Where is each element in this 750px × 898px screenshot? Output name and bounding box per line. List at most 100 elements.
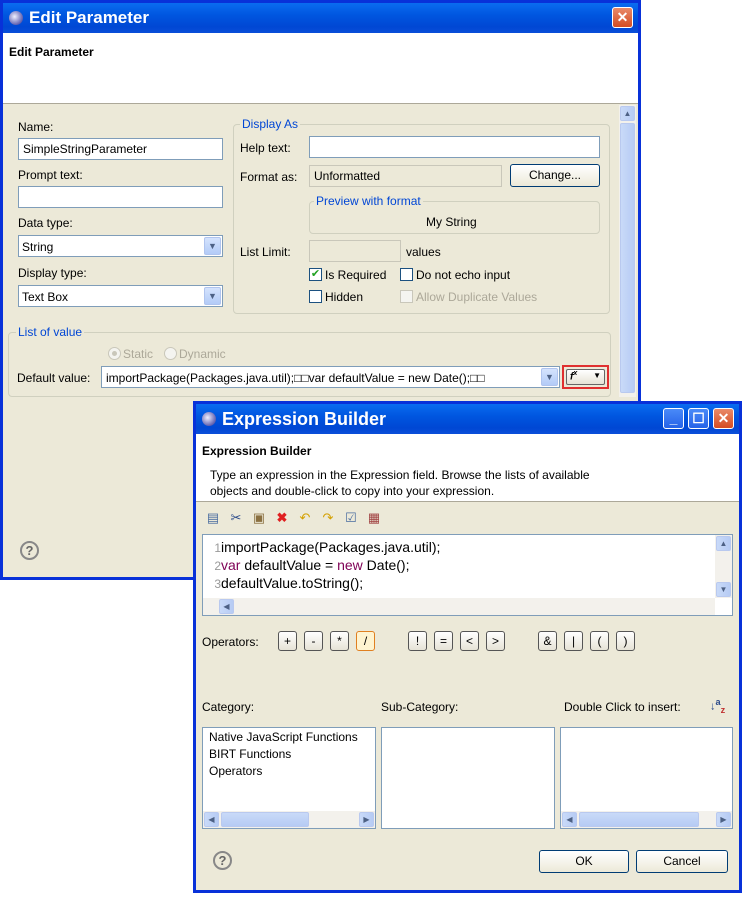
operator-not-button[interactable]: ! xyxy=(408,631,427,651)
displaytype-select[interactable]: Text Box ▼ xyxy=(18,285,223,307)
help-icon[interactable]: ? xyxy=(20,541,39,560)
description-line1: Type an expression in the Expression fie… xyxy=(210,468,590,482)
chevron-down-icon[interactable]: ▼ xyxy=(204,237,221,255)
minimize-button[interactable]: _ xyxy=(663,408,684,429)
banner-title: Edit Parameter xyxy=(9,45,94,59)
operator-equals-button[interactable]: = xyxy=(434,631,453,651)
chevron-down-icon[interactable]: ▼ xyxy=(541,368,558,386)
allow-duplicate-checkbox xyxy=(400,290,413,303)
scroll-left-icon[interactable]: ◀ xyxy=(219,599,234,614)
dialog-banner: Edit Parameter xyxy=(3,33,638,104)
scroll-right-icon[interactable]: ▶ xyxy=(716,812,731,827)
scroll-thumb[interactable] xyxy=(221,812,309,827)
operator-close-paren-button[interactable]: ) xyxy=(616,631,635,651)
no-echo-checkbox[interactable] xyxy=(400,268,413,281)
name-input[interactable]: SimpleStringParameter xyxy=(18,138,223,160)
allow-duplicate-label: Allow Duplicate Values xyxy=(416,290,538,304)
close-button[interactable]: ✕ xyxy=(612,7,633,28)
subcategory-list[interactable] xyxy=(381,727,555,829)
expression-builder-titlebar[interactable]: Expression Builder _ ☐ ✕ xyxy=(196,404,739,434)
list-limit-label: List Limit: xyxy=(240,245,291,259)
line-number: 3 xyxy=(214,577,221,591)
insert-label: Double Click to insert: xyxy=(564,700,681,714)
operator-greater-button[interactable]: > xyxy=(486,631,505,651)
scroll-up-icon[interactable]: ▲ xyxy=(620,106,635,121)
scroll-left-icon[interactable]: ◀ xyxy=(562,812,577,827)
maximize-button[interactable]: ☐ xyxy=(688,408,709,429)
category-list[interactable]: Native JavaScript Functions BIRT Functio… xyxy=(202,727,376,829)
scroll-up-icon[interactable]: ▲ xyxy=(716,536,731,551)
help-icon[interactable]: ? xyxy=(213,851,232,870)
scroll-down-icon[interactable]: ▼ xyxy=(716,582,731,597)
dynamic-radio xyxy=(164,347,177,360)
is-required-checkbox[interactable]: ✔ xyxy=(309,268,322,281)
operator-minus-button[interactable]: - xyxy=(304,631,323,651)
default-value-combo[interactable]: importPackage(Packages.java.util);□□var … xyxy=(101,366,560,388)
displaytype-label: Display type: xyxy=(18,266,87,280)
eclipse-icon xyxy=(202,412,216,426)
operators-label: Operators: xyxy=(202,635,259,649)
datatype-label: Data type: xyxy=(18,216,73,230)
change-format-button[interactable]: Change... xyxy=(510,164,600,187)
dynamic-label: Dynamic xyxy=(179,347,226,361)
undo-icon[interactable]: ↶ xyxy=(297,510,313,526)
operator-less-button[interactable]: < xyxy=(460,631,479,651)
scroll-thumb[interactable] xyxy=(579,812,699,827)
hidden-checkbox[interactable] xyxy=(309,290,322,303)
code-line-3: defaultValue.toString(); xyxy=(221,575,364,591)
paste-icon[interactable]: ▣ xyxy=(251,510,267,526)
list-item[interactable]: Operators xyxy=(209,763,369,780)
scroll-thumb[interactable] xyxy=(620,123,635,393)
list-limit-input xyxy=(309,240,401,262)
scroll-left-icon[interactable]: ◀ xyxy=(204,812,219,827)
preview-title: Preview with format xyxy=(314,194,423,208)
chevron-down-icon[interactable]: ▼ xyxy=(204,287,221,305)
display-as-title: Display As xyxy=(240,117,301,131)
operator-open-paren-button[interactable]: ( xyxy=(590,631,609,651)
datatype-select[interactable]: String ▼ xyxy=(18,235,223,257)
validate-icon[interactable]: ☑ xyxy=(343,510,359,526)
cut-icon[interactable]: ✂ xyxy=(228,510,244,526)
edit-parameter-titlebar[interactable]: Edit Parameter ✕ xyxy=(3,3,638,33)
list-item[interactable]: Native JavaScript Functions xyxy=(209,729,369,746)
operator-or-button[interactable]: | xyxy=(564,631,583,651)
help-text-label: Help text: xyxy=(240,141,291,155)
expression-builder-trigger[interactable]: fx ▼ xyxy=(562,365,609,389)
expression-editor[interactable]: 1 importPackage(Packages.java.util); 2 v… xyxy=(202,534,733,616)
description-line2: objects and double-click to copy into yo… xyxy=(210,484,495,498)
cancel-button[interactable]: Cancel xyxy=(636,850,728,873)
help-text-input[interactable] xyxy=(309,136,600,158)
ok-button[interactable]: OK xyxy=(539,850,629,873)
code-line-1: importPackage(Packages.java.util); xyxy=(221,539,441,555)
static-label: Static xyxy=(123,347,154,361)
eclipse-icon xyxy=(9,11,23,25)
insert-list[interactable]: ◀ ▶ xyxy=(560,727,733,829)
category-hscrollbar[interactable]: ◀ ▶ xyxy=(203,811,375,828)
no-echo-label: Do not echo input xyxy=(416,268,511,282)
line-number: 1 xyxy=(214,541,221,555)
sort-az-icon[interactable]: ↓az xyxy=(710,697,725,715)
vertical-scrollbar[interactable]: ▲ xyxy=(619,105,636,397)
displaytype-value: Text Box xyxy=(22,290,69,304)
operator-divide-button[interactable]: / xyxy=(356,631,375,651)
function-icon: fx xyxy=(570,370,578,383)
copy-icon[interactable]: ▤ xyxy=(205,510,221,526)
list-item[interactable]: BIRT Functions xyxy=(209,746,369,763)
editor-hscrollbar[interactable]: ◀ xyxy=(203,598,715,615)
editor-vscrollbar[interactable]: ▲ ▼ xyxy=(715,535,732,598)
scroll-right-icon[interactable]: ▶ xyxy=(359,812,374,827)
delete-icon[interactable]: ✖ xyxy=(274,510,290,526)
dropdown-arrow-icon: ▼ xyxy=(593,371,601,380)
calendar-icon[interactable]: ▦ xyxy=(366,510,382,526)
datatype-value: String xyxy=(22,240,54,254)
name-label: Name: xyxy=(18,120,54,134)
redo-icon[interactable]: ↷ xyxy=(320,510,336,526)
close-button[interactable]: ✕ xyxy=(713,408,734,429)
keyword: new xyxy=(337,557,363,573)
line-number: 2 xyxy=(214,559,221,573)
operator-plus-button[interactable]: + xyxy=(278,631,297,651)
prompt-input[interactable] xyxy=(18,186,223,208)
operator-multiply-button[interactable]: * xyxy=(330,631,349,651)
operator-and-button[interactable]: & xyxy=(538,631,557,651)
insert-hscrollbar[interactable]: ◀ ▶ xyxy=(561,811,732,828)
